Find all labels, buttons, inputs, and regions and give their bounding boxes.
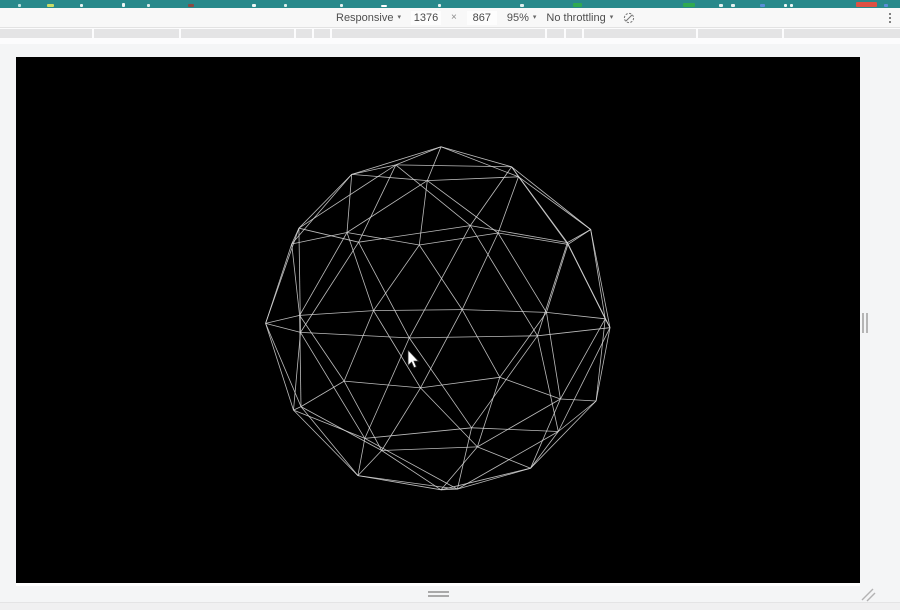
toolbar-icon-fragment bbox=[340, 4, 343, 7]
toolbar-icon-fragment bbox=[122, 3, 125, 7]
bottom-strip bbox=[0, 602, 900, 610]
no-throttling-icon[interactable] bbox=[623, 12, 635, 24]
toolbar-icon-fragment bbox=[731, 4, 735, 7]
segment-strip bbox=[0, 28, 900, 44]
toolbar-icon-fragment bbox=[719, 4, 723, 7]
throttling-label: No throttling bbox=[546, 11, 606, 24]
toolbar-icon-fragment bbox=[520, 4, 524, 7]
chevron-down-icon: ▾ bbox=[397, 14, 401, 21]
toolbar-icon-fragment bbox=[188, 4, 194, 7]
toolbar-icon-fragment bbox=[790, 4, 793, 7]
toolbar-icon-fragment bbox=[856, 2, 877, 7]
more-options-button[interactable] bbox=[888, 12, 892, 24]
toolbar-icon-fragment bbox=[147, 4, 150, 7]
toolbar-icon-fragment bbox=[284, 4, 287, 7]
viewport-height-input[interactable] bbox=[466, 10, 497, 25]
wireframe-sphere bbox=[265, 146, 611, 491]
device-type-label: Responsive bbox=[336, 11, 394, 24]
strip-segment bbox=[584, 29, 696, 38]
toolbar-icon-fragment bbox=[438, 4, 441, 7]
browser-window: Responsive ▾ × 95% ▾ No throttling ▾ bbox=[0, 0, 900, 610]
strip-segment bbox=[698, 29, 782, 38]
browser-toolbar-edge bbox=[0, 0, 900, 8]
toolbar-icon-fragment bbox=[47, 4, 54, 7]
strip-segment bbox=[296, 29, 312, 38]
device-toolbar-controls: Responsive ▾ × 95% ▾ No throttling ▾ bbox=[336, 8, 635, 27]
strip-segment bbox=[547, 29, 564, 38]
toolbar-icon-fragment bbox=[760, 4, 765, 7]
zoom-dropdown[interactable]: 95% ▾ bbox=[507, 12, 537, 24]
toolbar-icon-fragment bbox=[784, 4, 787, 7]
zoom-level-label: 95% bbox=[506, 11, 529, 24]
strip-segment bbox=[94, 29, 179, 38]
toolbar-icon-fragment bbox=[683, 3, 695, 7]
toolbar-icon-fragment bbox=[18, 4, 21, 7]
toolbar-icon-fragment bbox=[573, 3, 582, 7]
strip-segment bbox=[181, 29, 294, 38]
chevron-down-icon: ▾ bbox=[609, 14, 614, 21]
page-viewport[interactable] bbox=[16, 57, 860, 586]
toolbar-icon-fragment bbox=[80, 4, 83, 7]
strip-segment bbox=[0, 29, 92, 38]
strip-segment bbox=[784, 29, 900, 38]
viewport-bottom-gap bbox=[16, 583, 860, 586]
resize-handle-right[interactable] bbox=[862, 313, 868, 333]
dimension-separator: × bbox=[451, 12, 457, 23]
chevron-down-icon: ▾ bbox=[532, 14, 537, 21]
device-type-dropdown[interactable]: Responsive ▾ bbox=[336, 12, 401, 24]
strip-segment bbox=[332, 29, 545, 38]
toolbar-icon-fragment bbox=[884, 4, 888, 7]
toolbar-icon-fragment bbox=[381, 5, 387, 7]
viewport-width-input[interactable] bbox=[411, 10, 441, 25]
resize-handle-bottom[interactable] bbox=[428, 591, 449, 597]
strip-segment bbox=[314, 29, 330, 38]
toolbar-icon-fragment bbox=[252, 4, 256, 7]
device-toolbar: Responsive ▾ × 95% ▾ No throttling ▾ bbox=[0, 8, 900, 28]
strip-segment bbox=[566, 29, 582, 38]
throttling-dropdown[interactable]: No throttling ▾ bbox=[546, 12, 613, 24]
